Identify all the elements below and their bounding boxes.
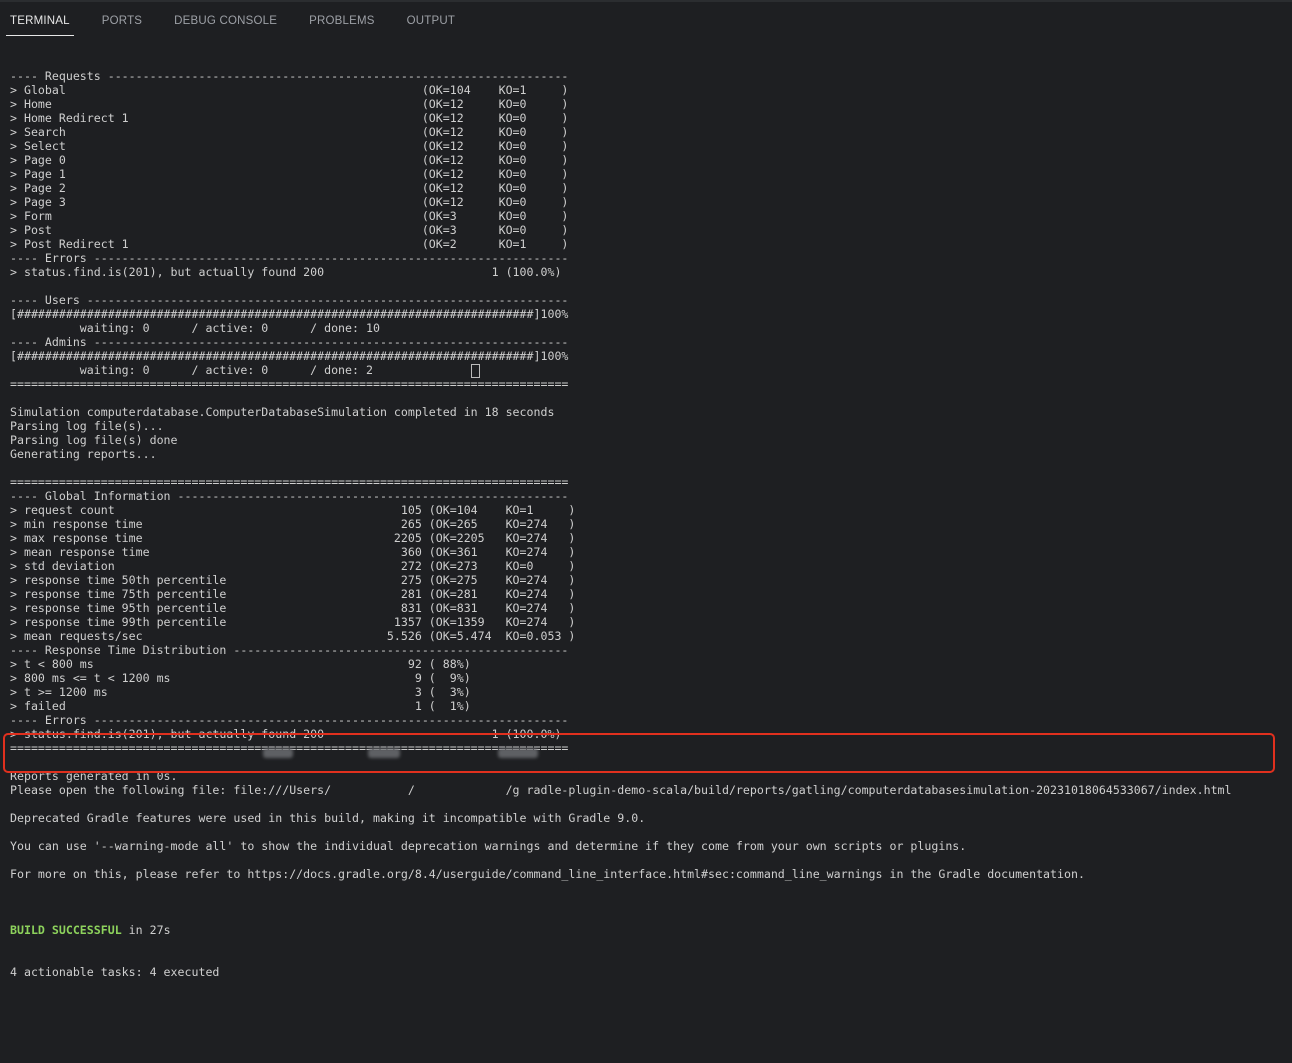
terminal-line: [#######################################… (10, 307, 569, 321)
terminal-line: > Page 2 (OK=12 KO=0 ) (10, 181, 569, 195)
terminal-line: > min response time 265 (OK=265 KO=274 ) (10, 517, 576, 531)
terminal-line: ---- Users -----------------------------… (10, 293, 569, 307)
tab-debug-console[interactable]: DEBUG CONSOLE (170, 15, 281, 36)
terminal-line: waiting: 0 / active: 0 / done: 10 (10, 321, 380, 335)
terminal-line: > failed 1 ( 1%) (10, 699, 471, 713)
tab-output[interactable]: OUTPUT (403, 15, 459, 36)
build-status-line: BUILD SUCCESSFUL in 27s (10, 923, 1292, 937)
terminal-line: ---- Response Time Distribution --------… (10, 643, 569, 657)
terminal-line: > response time 75th percentile 281 (OK=… (10, 587, 576, 601)
terminal-line: > Page 3 (OK=12 KO=0 ) (10, 195, 569, 209)
terminal-line: > mean requests/sec 5.526 (OK=5.474 KO=0… (10, 629, 576, 643)
terminal-line: waiting: 0 / active: 0 / done: 2 (10, 363, 373, 377)
terminal-line: > max response time 2205 (OK=2205 KO=274… (10, 531, 576, 545)
terminal-line: ---- Errors ----------------------------… (10, 713, 569, 727)
build-status: BUILD SUCCESSFUL (10, 923, 122, 937)
terminal-line: For more on this, please refer to https:… (10, 867, 1085, 881)
terminal-line: > Search (OK=12 KO=0 ) (10, 125, 569, 139)
terminal-line: ========================================… (10, 475, 569, 489)
terminal-line: > Post (OK=3 KO=0 ) (10, 223, 569, 237)
terminal-line: > std deviation 272 (OK=273 KO=0 ) (10, 559, 576, 573)
redacted-path-segment (498, 748, 538, 758)
terminal-line: > mean response time 360 (OK=361 KO=274 … (10, 545, 576, 559)
terminal-line: > response time 99th percentile 1357 (OK… (10, 615, 576, 629)
tab-ports[interactable]: PORTS (98, 15, 146, 36)
terminal-line: ---- Global Information ----------------… (10, 489, 569, 503)
terminal-line: Simulation computerdatabase.ComputerData… (10, 405, 555, 419)
terminal-line: > Global (OK=104 KO=1 ) (10, 83, 569, 97)
terminal-line: > t >= 1200 ms 3 ( 3%) (10, 685, 471, 699)
terminal-line: > Home (OK=12 KO=0 ) (10, 97, 569, 111)
redacted-path-segment (263, 748, 293, 758)
terminal-line: > response time 50th percentile 275 (OK=… (10, 573, 576, 587)
terminal-line: > request count 105 (OK=104 KO=1 ) (10, 503, 576, 517)
terminal-line: [#######################################… (10, 349, 569, 363)
terminal-line: Parsing log file(s) done (10, 433, 178, 447)
terminal-line: ---- Requests --------------------------… (10, 69, 569, 83)
terminal-line: Please open the following file: file:///… (10, 783, 1232, 797)
tab-problems[interactable]: PROBLEMS (305, 15, 379, 36)
terminal-output[interactable]: ---- Requests --------------------------… (0, 36, 1292, 1063)
terminal-line: ---- Admins ----------------------------… (10, 335, 569, 349)
redacted-path-segment (368, 748, 400, 758)
report-path-highlight-box (3, 733, 1275, 773)
terminal-line: ---- Errors ----------------------------… (10, 251, 569, 265)
terminal-line: ========================================… (10, 377, 569, 391)
terminal-line: > Select (OK=12 KO=0 ) (10, 139, 569, 153)
tasks-line: 4 actionable tasks: 4 executed (10, 965, 220, 979)
terminal-line: > Post Redirect 1 (OK=2 KO=1 ) (10, 237, 569, 251)
terminal-line: Parsing log file(s)... (10, 419, 164, 433)
terminal-line: > Page 0 (OK=12 KO=0 ) (10, 153, 569, 167)
terminal-line: > Home Redirect 1 (OK=12 KO=0 ) (10, 111, 569, 125)
terminal-line: You can use '--warning-mode all' to show… (10, 839, 967, 853)
terminal-line: > status.find.is(201), but actually foun… (10, 265, 562, 279)
build-time: in 27s (121, 923, 171, 937)
tab-terminal[interactable]: TERMINAL (6, 15, 74, 36)
terminal-line: > 800 ms <= t < 1200 ms 9 ( 9%) (10, 671, 471, 685)
terminal-line: > t < 800 ms 92 ( 88%) (10, 657, 471, 671)
panel-tab-bar: TERMINAL PORTS DEBUG CONSOLE PROBLEMS OUTPUT (0, 2, 1292, 36)
terminal-line: > Form (OK=3 KO=0 ) (10, 209, 569, 223)
terminal-line: > response time 95th percentile 831 (OK=… (10, 601, 576, 615)
terminal-line: Generating reports... (10, 447, 157, 461)
terminal-line: Deprecated Gradle features were used in … (10, 811, 646, 825)
terminal-cursor (471, 364, 480, 378)
terminal-line: > Page 1 (OK=12 KO=0 ) (10, 167, 569, 181)
